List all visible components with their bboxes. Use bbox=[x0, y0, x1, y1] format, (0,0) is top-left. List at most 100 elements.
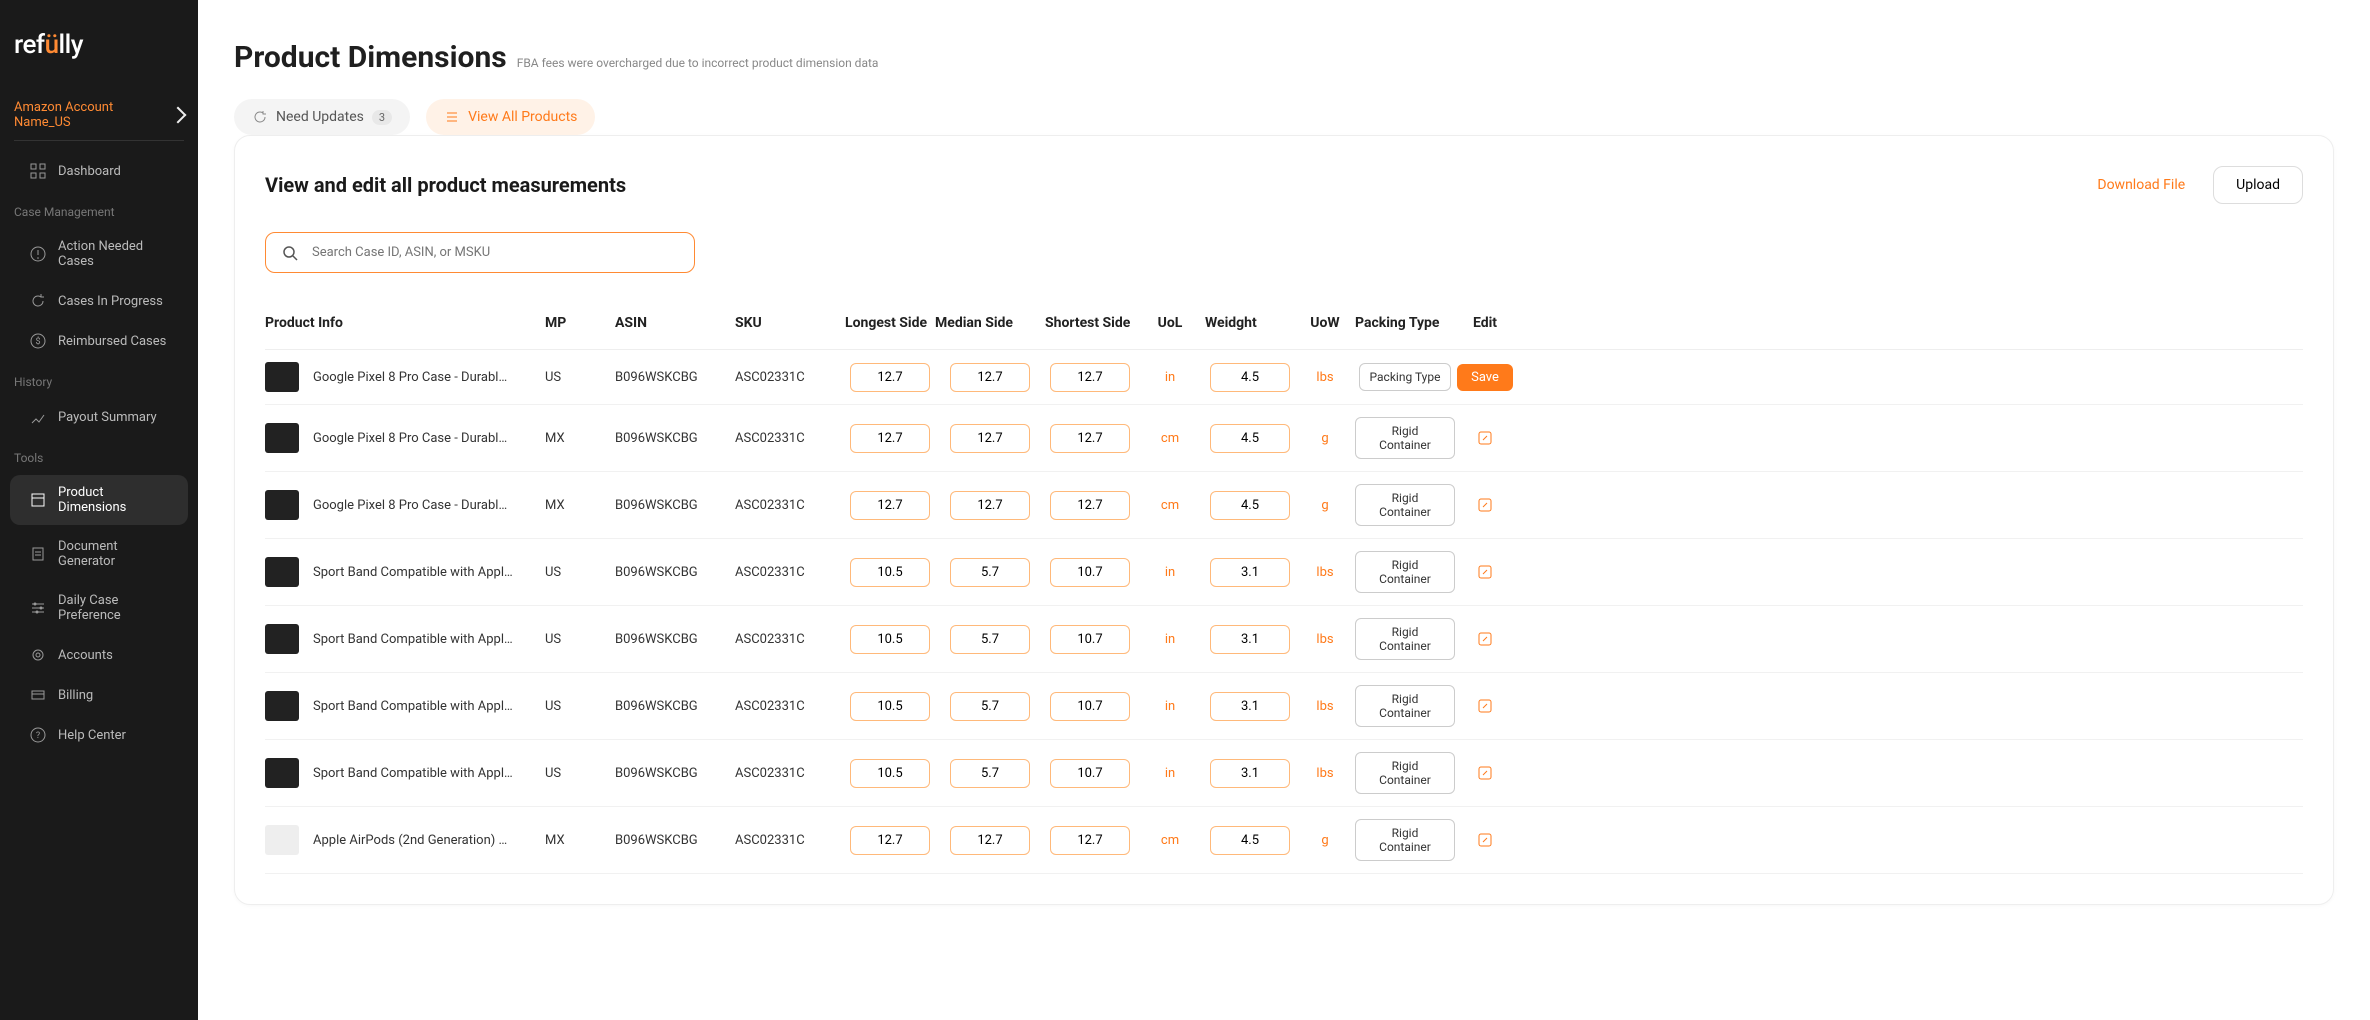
sidebar-item-action-needed[interactable]: Action Needed Cases bbox=[10, 229, 188, 279]
cell-sku: ASC02331C bbox=[735, 565, 845, 580]
col-longest: Longest Side bbox=[845, 315, 935, 331]
median-input[interactable] bbox=[950, 692, 1030, 721]
sidebar-item-daily-pref[interactable]: Daily Case Preference bbox=[10, 583, 188, 633]
median-input[interactable] bbox=[950, 826, 1030, 855]
weight-input[interactable] bbox=[1210, 759, 1290, 788]
weight-input[interactable] bbox=[1210, 491, 1290, 520]
sidebar-item-reimbursed[interactable]: $ Reimbursed Cases bbox=[10, 323, 188, 359]
gear-icon bbox=[30, 647, 46, 663]
search-input[interactable] bbox=[265, 232, 695, 273]
refresh-icon bbox=[252, 109, 268, 125]
chart-icon bbox=[30, 409, 46, 425]
uow-select[interactable]: lbs bbox=[1295, 699, 1355, 714]
card-icon bbox=[30, 687, 46, 703]
uol-select[interactable]: cm bbox=[1135, 833, 1205, 848]
col-asin: ASIN bbox=[615, 315, 735, 331]
uol-select[interactable]: cm bbox=[1135, 498, 1205, 513]
edit-button[interactable] bbox=[1455, 765, 1515, 781]
svg-text:?: ? bbox=[36, 731, 40, 741]
cell-mp: US bbox=[545, 632, 615, 647]
weight-input[interactable] bbox=[1210, 558, 1290, 587]
packing-select[interactable]: Packing Type bbox=[1359, 363, 1452, 391]
weight-input[interactable] bbox=[1210, 826, 1290, 855]
account-selector[interactable]: Amazon Account Name_US bbox=[14, 90, 184, 141]
sidebar-item-cases-progress[interactable]: Cases In Progress bbox=[10, 283, 188, 319]
longest-input[interactable] bbox=[850, 491, 930, 520]
table-row: Sport Band Compatible with Apple Wa… US … bbox=[265, 673, 2303, 740]
uow-select[interactable]: g bbox=[1295, 833, 1355, 848]
longest-input[interactable] bbox=[850, 363, 930, 392]
median-input[interactable] bbox=[950, 424, 1030, 453]
edit-button[interactable] bbox=[1455, 564, 1515, 580]
shortest-input[interactable] bbox=[1050, 491, 1130, 520]
shortest-input[interactable] bbox=[1050, 826, 1130, 855]
uow-select[interactable]: lbs bbox=[1295, 370, 1355, 385]
packing-select[interactable]: Rigid Container bbox=[1355, 752, 1455, 794]
sidebar-item-label: Billing bbox=[58, 688, 93, 703]
longest-input[interactable] bbox=[850, 759, 930, 788]
sidebar-item-doc-generator[interactable]: Document Generator bbox=[10, 529, 188, 579]
upload-button[interactable]: Upload bbox=[2213, 166, 2303, 204]
median-input[interactable] bbox=[950, 363, 1030, 392]
sidebar-item-dashboard[interactable]: Dashboard bbox=[10, 153, 188, 189]
longest-input[interactable] bbox=[850, 692, 930, 721]
tab-view-all[interactable]: View All Products bbox=[426, 99, 595, 135]
longest-input[interactable] bbox=[850, 424, 930, 453]
tab-need-updates[interactable]: Need Updates 3 bbox=[234, 99, 410, 135]
uow-select[interactable]: lbs bbox=[1295, 565, 1355, 580]
sidebar-item-billing[interactable]: Billing bbox=[10, 677, 188, 713]
weight-input[interactable] bbox=[1210, 424, 1290, 453]
shortest-input[interactable] bbox=[1050, 625, 1130, 654]
cell-asin: B096WSKCBG bbox=[615, 370, 735, 385]
longest-input[interactable] bbox=[850, 625, 930, 654]
table-row: Google Pixel 8 Pro Case - Durable Prot… … bbox=[265, 350, 2303, 405]
packing-select[interactable]: Rigid Container bbox=[1355, 819, 1455, 861]
median-input[interactable] bbox=[950, 625, 1030, 654]
shortest-input[interactable] bbox=[1050, 424, 1130, 453]
uow-select[interactable]: lbs bbox=[1295, 632, 1355, 647]
longest-input[interactable] bbox=[850, 558, 930, 587]
sidebar-item-product-dimensions[interactable]: Product Dimensions bbox=[10, 475, 188, 525]
uol-select[interactable]: cm bbox=[1135, 431, 1205, 446]
sidebar-item-payout[interactable]: Payout Summary bbox=[10, 399, 188, 435]
packing-select[interactable]: Rigid Container bbox=[1355, 618, 1455, 660]
shortest-input[interactable] bbox=[1050, 558, 1130, 587]
packing-select[interactable]: Rigid Container bbox=[1355, 484, 1455, 526]
shortest-input[interactable] bbox=[1050, 363, 1130, 392]
uow-select[interactable]: g bbox=[1295, 498, 1355, 513]
packing-select[interactable]: Rigid Container bbox=[1355, 685, 1455, 727]
packing-select[interactable]: Rigid Container bbox=[1355, 417, 1455, 459]
uol-select[interactable]: in bbox=[1135, 766, 1205, 781]
col-packing: Packing Type bbox=[1355, 315, 1455, 331]
sidebar-item-label: Accounts bbox=[58, 648, 113, 663]
edit-button[interactable] bbox=[1455, 698, 1515, 714]
weight-input[interactable] bbox=[1210, 625, 1290, 654]
edit-button[interactable] bbox=[1455, 430, 1515, 446]
sidebar-item-label: Product Dimensions bbox=[58, 485, 168, 515]
edit-button[interactable] bbox=[1455, 631, 1515, 647]
edit-button[interactable] bbox=[1455, 497, 1515, 513]
sidebar-item-label: Payout Summary bbox=[58, 410, 157, 425]
weight-input[interactable] bbox=[1210, 363, 1290, 392]
uol-select[interactable]: in bbox=[1135, 699, 1205, 714]
median-input[interactable] bbox=[950, 491, 1030, 520]
uow-select[interactable]: lbs bbox=[1295, 766, 1355, 781]
uow-select[interactable]: g bbox=[1295, 431, 1355, 446]
uol-select[interactable]: in bbox=[1135, 632, 1205, 647]
shortest-input[interactable] bbox=[1050, 692, 1130, 721]
edit-button[interactable] bbox=[1455, 832, 1515, 848]
weight-input[interactable] bbox=[1210, 692, 1290, 721]
longest-input[interactable] bbox=[850, 826, 930, 855]
packing-select[interactable]: Rigid Container bbox=[1355, 551, 1455, 593]
list-icon bbox=[444, 109, 460, 125]
uol-select[interactable]: in bbox=[1135, 370, 1205, 385]
median-input[interactable] bbox=[950, 558, 1030, 587]
sidebar-item-help[interactable]: ? Help Center bbox=[10, 717, 188, 753]
shortest-input[interactable] bbox=[1050, 759, 1130, 788]
uol-select[interactable]: in bbox=[1135, 565, 1205, 580]
products-table: Product Info MP ASIN SKU Longest Side Me… bbox=[265, 297, 2303, 874]
sidebar-item-accounts[interactable]: Accounts bbox=[10, 637, 188, 673]
download-button[interactable]: Download File bbox=[2083, 167, 2199, 203]
save-button[interactable]: Save bbox=[1457, 364, 1513, 391]
median-input[interactable] bbox=[950, 759, 1030, 788]
